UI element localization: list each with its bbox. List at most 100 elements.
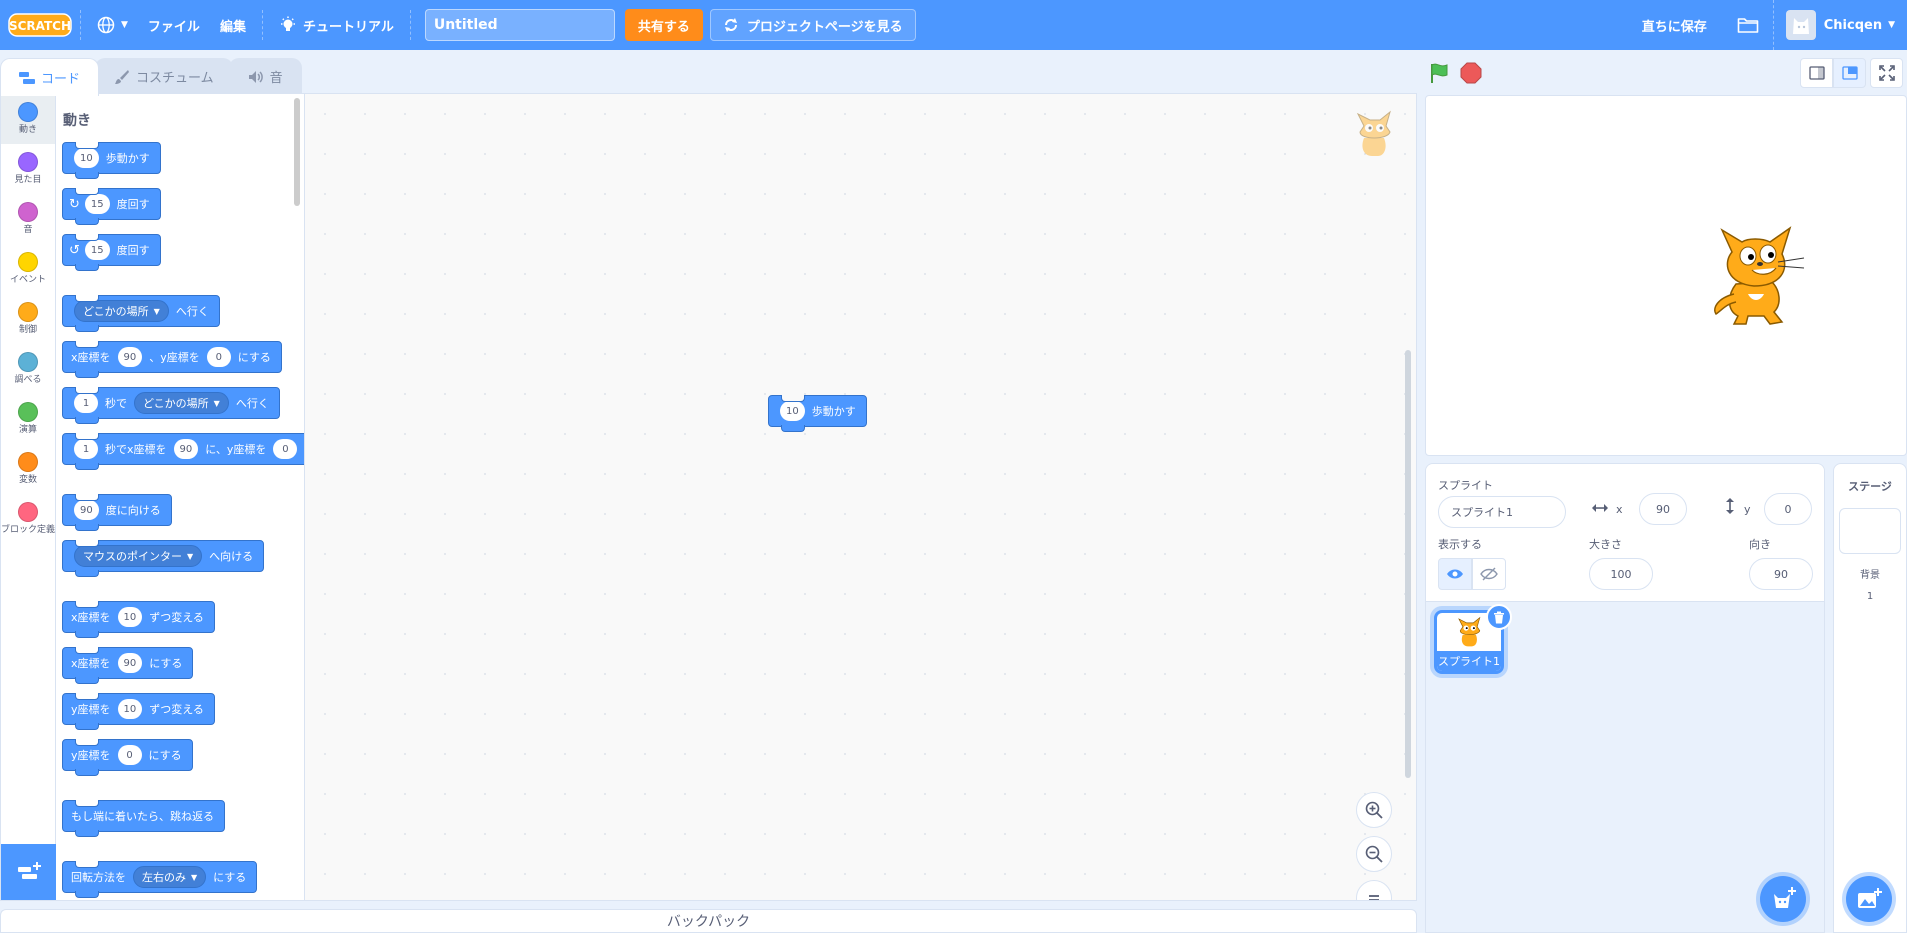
block-goto[interactable]: どこかの場所 ▼ へ行く <box>62 295 220 332</box>
block-text: 秒で <box>105 397 127 410</box>
current-sprite-indicator <box>1352 108 1398 164</box>
block-input[interactable]: 10 <box>74 148 99 168</box>
block-input[interactable]: 0 <box>273 439 298 459</box>
green-flag-button[interactable] <box>1425 59 1453 87</box>
category-item[interactable]: 音 <box>1 194 55 244</box>
block-goto-xy[interactable]: x座標を 90 、y座標を 0 にする <box>62 341 282 378</box>
stage-canvas[interactable] <box>1425 95 1907 456</box>
x-position-input[interactable]: 90 <box>1639 493 1687 525</box>
large-stage-icon <box>1841 66 1858 80</box>
category-label: 調べる <box>14 375 42 386</box>
fullscreen-button[interactable] <box>1870 58 1903 88</box>
save-now-button[interactable]: 直ちに保存 <box>1626 16 1723 35</box>
large-stage-button[interactable] <box>1833 58 1866 88</box>
category-item[interactable]: 調べる <box>1 344 55 394</box>
category-label: 演算 <box>18 425 37 436</box>
small-stage-icon <box>1808 66 1825 80</box>
block-set-x[interactable]: x座標を 90 にする <box>62 647 194 684</box>
language-menu[interactable]: ▼ <box>87 0 138 50</box>
block-input[interactable]: 10 <box>780 401 805 421</box>
category-item[interactable]: 変数 <box>1 444 55 494</box>
block-text: 歩動かす <box>105 152 150 165</box>
block-dropdown[interactable]: どこかの場所 ▼ <box>134 392 229 414</box>
zoom-in-button[interactable] <box>1356 792 1392 828</box>
file-menu[interactable]: ファイル <box>138 0 210 50</box>
tab-sounds[interactable]: 音 <box>228 58 302 94</box>
cat-sprite[interactable] <box>1708 224 1808 332</box>
see-project-page-button[interactable]: プロジェクトページを見る <box>709 9 916 41</box>
palette-scrollbar[interactable] <box>294 98 300 206</box>
block-input[interactable]: 15 <box>84 194 110 214</box>
fullscreen-icon <box>1878 65 1895 81</box>
block-point-towards[interactable]: マウスのポインター ▼ へ向ける <box>62 540 265 577</box>
my-stuff-button[interactable] <box>1723 16 1773 34</box>
block-input[interactable]: 10 <box>117 607 143 627</box>
block-glide-xy[interactable]: 1 秒でx座標を 90 に、y座標を 0 <box>62 433 304 470</box>
backdrop-thumbnail[interactable] <box>1839 508 1901 554</box>
add-sprite-button[interactable] <box>1760 876 1806 922</box>
block-change-x[interactable]: x座標を 10 ずつ変える <box>62 601 215 638</box>
block-rotation-style[interactable]: 回転方法を 左右のみ ▼ にする <box>62 861 258 898</box>
edit-menu[interactable]: 編集 <box>210 0 256 50</box>
block-dropdown[interactable]: 左右のみ ▼ <box>133 866 207 888</box>
menu-bar: SCRATCH ▼ ファイル 編集 チュートリアル 共有する プロジェクトページ… <box>0 0 1907 50</box>
block-move-steps[interactable]: 10 歩動かす <box>62 142 161 179</box>
block-input[interactable]: 1 <box>74 393 98 413</box>
zoom-reset-button[interactable] <box>1356 880 1392 900</box>
stop-button[interactable] <box>1457 59 1485 87</box>
block-change-y[interactable]: y座標を 10 ずつ変える <box>62 693 215 730</box>
category-item[interactable]: 制御 <box>1 294 55 344</box>
add-extension-button[interactable] <box>1 844 56 900</box>
sprite-name-input[interactable]: スプライト1 <box>1438 496 1566 528</box>
zoom-out-icon <box>1365 845 1383 863</box>
small-stage-button[interactable] <box>1800 58 1833 88</box>
category-item[interactable]: イベント <box>1 244 55 294</box>
block-point-direction[interactable]: 90 度に向ける <box>62 494 172 531</box>
y-position-input[interactable]: 0 <box>1764 493 1812 525</box>
category-color-dot <box>18 402 38 423</box>
size-input[interactable]: 100 <box>1589 558 1653 590</box>
block-input[interactable]: 0 <box>117 745 142 765</box>
delete-sprite-button[interactable] <box>1486 604 1512 630</box>
direction-input[interactable]: 90 <box>1749 558 1813 590</box>
block-turn-right[interactable]: ↻ 15 度回す <box>62 188 161 225</box>
project-title-input[interactable] <box>424 9 615 41</box>
block-turn-left[interactable]: ↺ 15 度回す <box>62 234 161 271</box>
hide-sprite-button[interactable] <box>1472 558 1506 590</box>
tutorials-button[interactable]: チュートリアル <box>269 0 404 50</box>
backpack[interactable]: バックパック <box>0 909 1417 933</box>
stage-selector[interactable]: ステージ 背景 1 <box>1833 463 1907 933</box>
category-item[interactable]: 動き <box>1 94 55 144</box>
block-input[interactable]: 90 <box>74 500 99 520</box>
sprite-label: スプライト <box>1438 479 1493 492</box>
category-item[interactable]: 見た目 <box>1 144 55 194</box>
block-input[interactable]: 90 <box>173 439 199 459</box>
account-menu[interactable]: Chicqen ▼ <box>1772 0 1907 50</box>
block-bounce[interactable]: もし端に着いたら、跳ね返る <box>62 800 225 837</box>
script-workspace[interactable]: 10 歩動かす <box>305 94 1416 900</box>
block-text: x座標を <box>71 351 111 364</box>
block-input[interactable]: 90 <box>117 653 143 673</box>
workspace-scrollbar[interactable] <box>1405 350 1411 778</box>
zoom-out-button[interactable] <box>1356 836 1392 872</box>
block-input[interactable]: 90 <box>117 347 143 367</box>
menu-divider <box>80 10 81 40</box>
share-button[interactable]: 共有する <box>624 9 703 41</box>
block-input[interactable]: 0 <box>206 347 231 367</box>
block-input[interactable]: 15 <box>84 240 110 260</box>
category-item[interactable]: 演算 <box>1 394 55 444</box>
block-input[interactable]: 10 <box>117 699 143 719</box>
block-dropdown[interactable]: マウスのポインター ▼ <box>74 545 203 567</box>
workspace-block-move-steps[interactable]: 10 歩動かす <box>768 395 867 432</box>
tab-code[interactable]: コード <box>0 58 100 96</box>
show-sprite-button[interactable] <box>1438 558 1472 590</box>
block-glide-to[interactable]: 1 秒で どこかの場所 ▼ へ行く <box>62 387 280 424</box>
block-input[interactable]: 1 <box>74 439 98 459</box>
add-backdrop-button[interactable] <box>1846 876 1892 922</box>
category-item[interactable]: ブロック定義 <box>1 494 55 544</box>
block-set-y[interactable]: y座標を 0 にする <box>62 739 193 776</box>
scratch-logo[interactable]: SCRATCH <box>6 10 74 40</box>
block-dropdown[interactable]: どこかの場所 ▼ <box>74 300 169 322</box>
backdrops-count: 1 <box>1866 591 1874 602</box>
tab-costumes[interactable]: コスチューム <box>95 58 233 94</box>
